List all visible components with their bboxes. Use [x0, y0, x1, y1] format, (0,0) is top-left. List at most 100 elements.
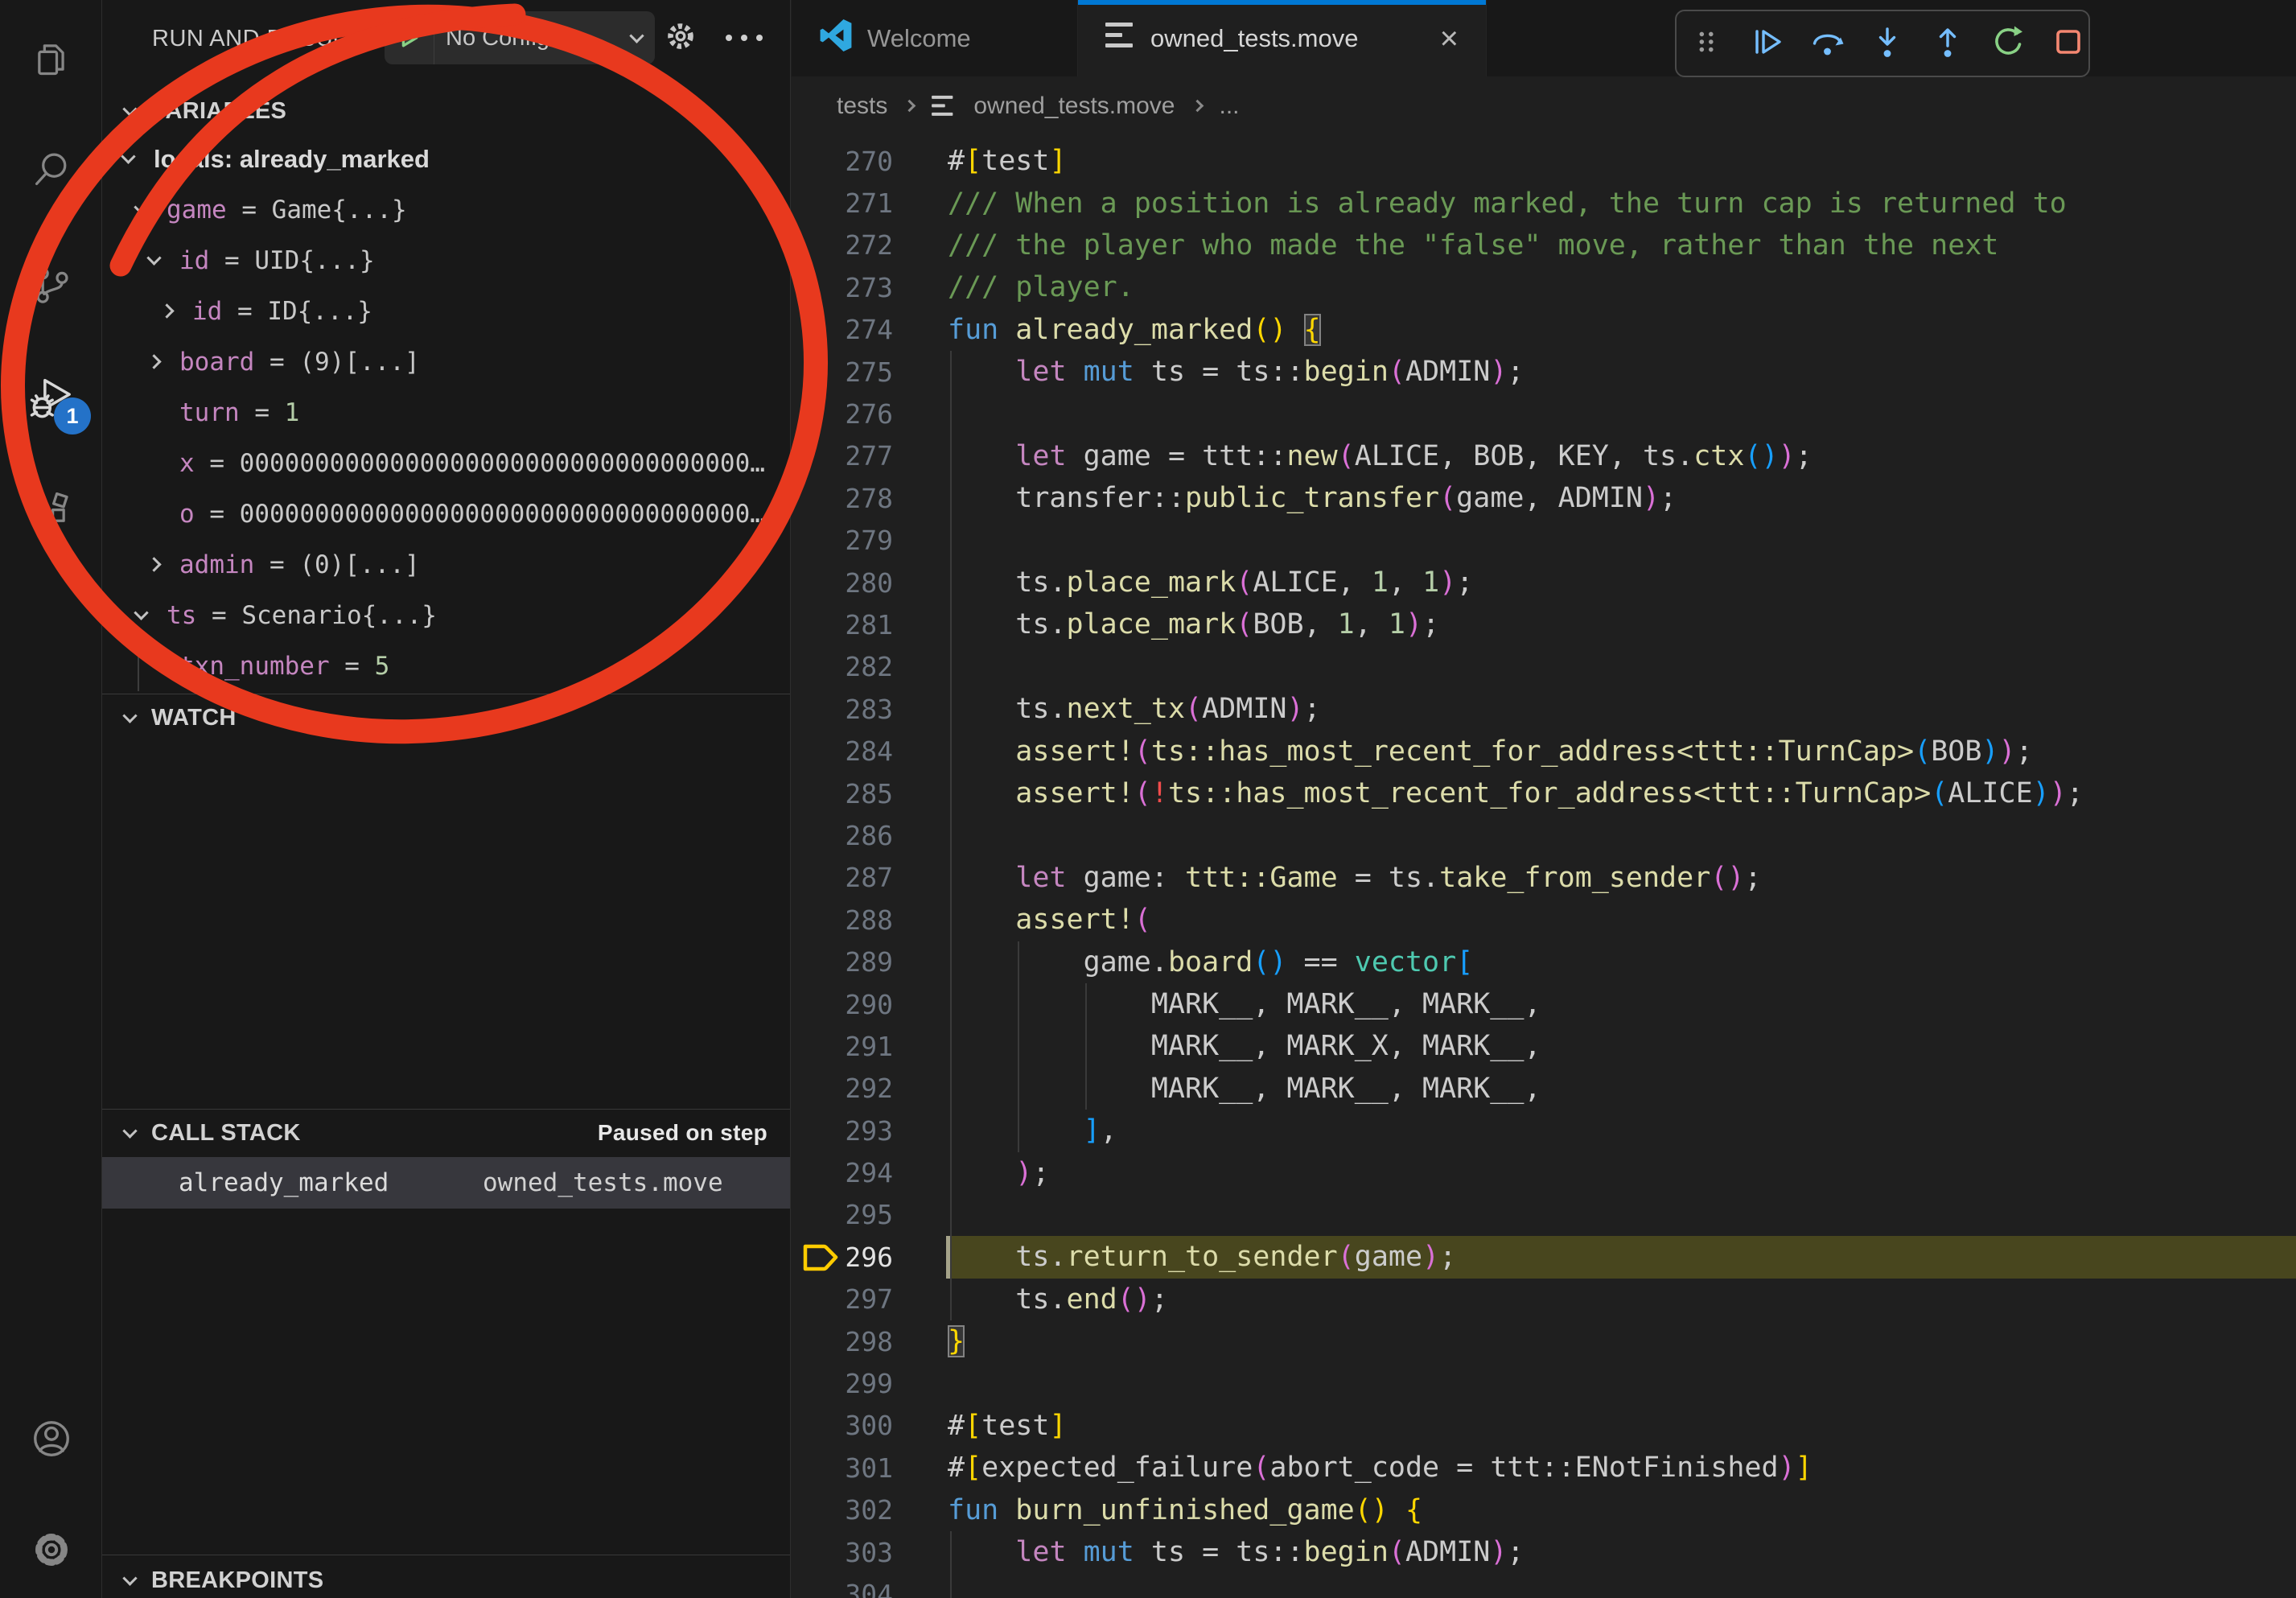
chevron-down-icon[interactable]	[146, 250, 161, 265]
settings-button[interactable]	[0, 1513, 102, 1590]
line-number[interactable]: 303	[792, 1537, 893, 1568]
breadcrumb-item-symbol[interactable]: ...	[1220, 93, 1240, 120]
line-number[interactable]: 288	[792, 904, 893, 936]
continue-button[interactable]	[1748, 23, 1785, 64]
chevron-down-icon[interactable]	[121, 149, 135, 163]
code-line[interactable]: 287 let game: ttt::Game = ts.take_from_s…	[792, 857, 2296, 899]
code-line[interactable]: 281 ts.place_mark(BOB, 1, 1);	[792, 603, 2296, 645]
code-line[interactable]: 270#[test]	[792, 140, 2296, 182]
breadcrumb-item-folder[interactable]: tests	[837, 93, 887, 120]
breadcrumb-item-file[interactable]: owned_tests.move	[973, 93, 1175, 120]
code-line[interactable]: 271/// When a position is already marked…	[792, 182, 2296, 224]
code-line[interactable]: 289 game.board() == vector[	[792, 941, 2296, 982]
code-line[interactable]: 276	[792, 393, 2296, 435]
code-line[interactable]: 293 ],	[792, 1110, 2296, 1151]
variable-row[interactable]: o = 0000000000000000000000000000000000…	[102, 488, 790, 539]
current-code-line[interactable]: 296 ts.return_to_sender(game);	[792, 1236, 2296, 1278]
stop-button[interactable]	[2050, 23, 2087, 64]
chevron-down-icon[interactable]	[134, 605, 148, 620]
variable-row[interactable]: turn = 1	[102, 387, 790, 438]
code-line[interactable]: 282	[792, 646, 2296, 688]
code-line[interactable]: 298}	[792, 1320, 2296, 1362]
line-number[interactable]: 276	[792, 398, 893, 430]
line-number[interactable]: 295	[792, 1199, 893, 1230]
line-number[interactable]: 271	[792, 187, 893, 219]
line-number[interactable]: 273	[792, 272, 893, 303]
variable-row[interactable]: game = Game{...}	[102, 184, 790, 235]
code-line[interactable]: 274fun already_marked() {	[792, 309, 2296, 351]
extensions-button[interactable]	[0, 476, 102, 554]
line-number[interactable]: 298	[792, 1326, 893, 1357]
line-number[interactable]: 283	[792, 694, 893, 725]
code-line[interactable]: 295	[792, 1194, 2296, 1236]
variable-row[interactable]: board = (9)[...]	[102, 336, 790, 387]
line-number[interactable]: 285	[792, 778, 893, 809]
code-line[interactable]: 280 ts.place_mark(ALICE, 1, 1);	[792, 562, 2296, 603]
chevron-right-icon[interactable]	[159, 303, 174, 318]
code-line[interactable]: 288 assert!(	[792, 899, 2296, 941]
source-control-button[interactable]	[0, 248, 102, 325]
code-line[interactable]: 290 MARK__, MARK__, MARK__,	[792, 983, 2296, 1025]
step-out-button[interactable]	[1929, 23, 1966, 64]
variable-row[interactable]: admin = (0)[...]	[102, 539, 790, 590]
line-number[interactable]: 287	[792, 862, 893, 893]
more-actions-icon[interactable]	[723, 32, 765, 43]
line-number[interactable]: 277	[792, 440, 893, 472]
close-icon[interactable]: ×	[1440, 23, 1459, 55]
line-number[interactable]: 270	[792, 146, 893, 177]
call-stack-section-header[interactable]: CALL STACK Paused on step	[102, 1112, 790, 1154]
line-number[interactable]: 284	[792, 735, 893, 767]
breakpoints-section-header[interactable]: BREAKPOINTS	[102, 1559, 790, 1598]
code-line[interactable]: 303 let mut ts = ts::begin(ADMIN);	[792, 1531, 2296, 1573]
line-number[interactable]: 272	[792, 229, 893, 261]
line-number[interactable]: 290	[792, 989, 893, 1020]
variable-row[interactable]: txn_number = 5	[102, 640, 790, 691]
run-and-debug-button[interactable]: 1	[0, 362, 102, 439]
line-number[interactable]: 282	[792, 651, 893, 682]
code-line[interactable]: 292 MARK__, MARK__, MARK__,	[792, 1068, 2296, 1110]
line-number[interactable]: 286	[792, 820, 893, 851]
code-line[interactable]: 272/// the player who made the "false" m…	[792, 224, 2296, 266]
code-line[interactable]: 304	[792, 1573, 2296, 1598]
code-line[interactable]: 278 transfer::public_transfer(game, ADMI…	[792, 477, 2296, 519]
code-line[interactable]: 275 let mut ts = ts::begin(ADMIN);	[792, 351, 2296, 393]
line-number[interactable]: 279	[792, 525, 893, 556]
step-into-button[interactable]	[1869, 23, 1906, 64]
chevron-right-icon[interactable]	[146, 557, 161, 571]
line-number[interactable]: 291	[792, 1031, 893, 1062]
line-number[interactable]: 294	[792, 1157, 893, 1188]
code-line[interactable]: 279	[792, 520, 2296, 562]
line-number[interactable]: 304	[792, 1579, 893, 1598]
scope-row[interactable]: locals: already_marked	[102, 134, 790, 184]
variable-row[interactable]: id = UID{...}	[102, 235, 790, 286]
code-line[interactable]: 273/// player.	[792, 266, 2296, 308]
debug-settings-gear-icon[interactable]	[662, 18, 699, 55]
code-line[interactable]: 301#[expected_failure(abort_code = ttt::…	[792, 1447, 2296, 1489]
code-line[interactable]: 291 MARK__, MARK_X, MARK__,	[792, 1025, 2296, 1067]
call-stack-frame-row[interactable]: already_marked owned_tests.move	[102, 1157, 790, 1209]
code-line[interactable]: 285 assert!(!ts::has_most_recent_for_add…	[792, 772, 2296, 814]
line-number[interactable]: 275	[792, 356, 893, 388]
chevron-right-icon[interactable]	[146, 354, 161, 369]
code-editor[interactable]: 270#[test]271/// When a position is alre…	[792, 140, 2296, 1598]
line-number[interactable]: 299	[792, 1368, 893, 1399]
code-line[interactable]: 297 ts.end();	[792, 1279, 2296, 1320]
line-number[interactable]: 274	[792, 314, 893, 345]
code-line[interactable]: 299	[792, 1362, 2296, 1404]
line-number[interactable]: 300	[792, 1410, 893, 1441]
code-line[interactable]: 277 let game = ttt::new(ALICE, BOB, KEY,…	[792, 435, 2296, 477]
restart-button[interactable]	[1989, 23, 2026, 64]
code-line[interactable]: 286	[792, 814, 2296, 856]
line-number[interactable]: 280	[792, 567, 893, 599]
account-button[interactable]	[0, 1402, 102, 1479]
explorer-button[interactable]	[0, 21, 102, 98]
code-line[interactable]: 300#[test]	[792, 1405, 2296, 1447]
line-number[interactable]: 292	[792, 1073, 893, 1104]
variables-section-header[interactable]: VARIABLES	[102, 90, 790, 132]
code-line[interactable]: 302fun burn_unfinished_game() {	[792, 1489, 2296, 1531]
code-line[interactable]: 294 );	[792, 1151, 2296, 1193]
watch-section-header[interactable]: WATCH	[102, 697, 790, 739]
variable-row[interactable]: ts = Scenario{...}	[102, 590, 790, 640]
debug-config-dropdown[interactable]: No Configur…	[385, 11, 655, 64]
line-number[interactable]: 289	[792, 946, 893, 978]
